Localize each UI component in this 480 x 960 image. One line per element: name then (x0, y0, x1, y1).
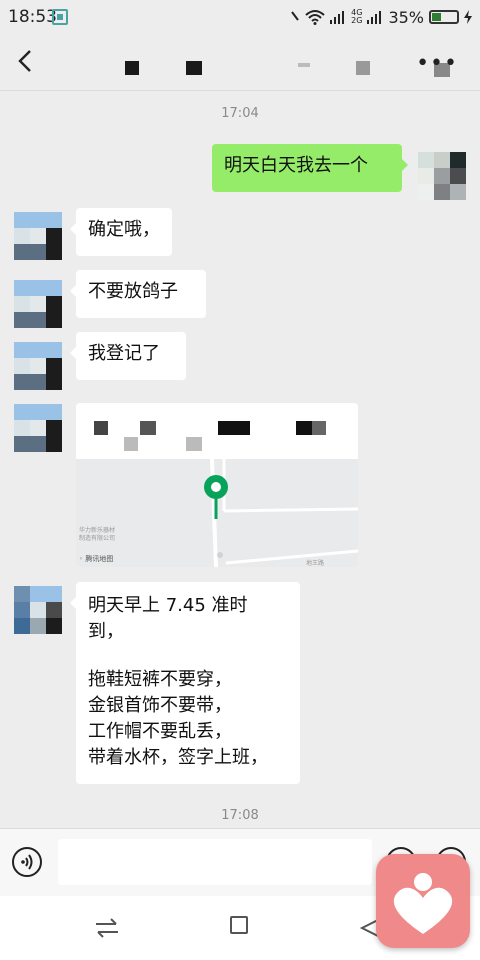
scan-icon (52, 9, 68, 25)
redaction-block (125, 61, 139, 75)
location-map[interactable]: 华力新乐器材 制造有限公司 地王路 ◦ 腾讯地图 (76, 459, 358, 567)
heart-person-icon (393, 873, 453, 934)
map-attribution-text: 腾讯地图 (85, 555, 114, 563)
chevron-left-icon[interactable] (14, 48, 40, 74)
redaction-block (298, 63, 310, 67)
battery-percent: 35% (388, 7, 424, 27)
message-text-line: 带着水杯，签字上班， (88, 747, 268, 768)
switch-apps-icon[interactable] (94, 918, 120, 938)
location-message-card[interactable]: 华力新乐器材 制造有限公司 地王路 ◦ 腾讯地图 (76, 403, 358, 567)
charging-icon (464, 10, 472, 24)
message-text: 明天白天我去一个 (224, 155, 368, 176)
status-bar: 18:53 4G 2G 35% (0, 0, 480, 34)
contact-avatar[interactable] (14, 280, 62, 328)
voice-icon[interactable] (12, 847, 42, 877)
network-type-bottom: 2G (351, 16, 363, 25)
chat-timestamp: 17:08 (221, 808, 259, 823)
contact-avatar[interactable] (14, 212, 62, 260)
redaction-block (186, 437, 202, 451)
chat-title-redacted (120, 59, 460, 79)
redaction-block (186, 61, 202, 75)
contact-avatar[interactable] (14, 586, 62, 634)
message-bubble-incoming[interactable]: 不要放鸽子 (70, 270, 206, 318)
status-time: 18:53 (8, 7, 57, 27)
message-text-line: 到， (88, 621, 124, 642)
redaction-block (218, 421, 250, 435)
network-type: 4G 2G (351, 9, 362, 25)
message-text-line: 拖鞋短裤不要穿， (88, 669, 232, 690)
signal-icon (367, 11, 382, 24)
message-input[interactable] (58, 839, 372, 885)
redaction-block (296, 421, 312, 435)
chat-header: ••• (0, 34, 480, 91)
message-text: 确定哦， (88, 219, 160, 240)
message-paragraph-gap (88, 645, 288, 667)
more-icon[interactable]: ••• (416, 53, 458, 75)
chat-timestamp: 17:04 (221, 106, 259, 121)
redaction-block (124, 437, 138, 451)
message-text-line: 金银首饰不要带， (88, 695, 232, 716)
map-poi-line: 华力新乐器材 (79, 527, 116, 534)
redaction-block (94, 421, 108, 435)
mute-icon (291, 11, 299, 21)
contact-avatar[interactable] (14, 342, 62, 390)
message-bubble-incoming[interactable]: 明天早上 7.45 准时 到， 拖鞋短裤不要穿， 金银首饰不要带， 工作帽不要乱… (70, 582, 300, 784)
message-text: 不要放鸽子 (88, 281, 178, 302)
redaction-block (356, 61, 370, 75)
message-bubble-outgoing[interactable]: 明天白天我去一个 (212, 144, 408, 192)
map-logo-icon: ◦ (79, 555, 84, 563)
map-road-label: 地王路 (305, 560, 324, 567)
map-pin-icon (204, 475, 228, 519)
map-poi-line: 制造有限公司 (79, 535, 116, 542)
my-avatar[interactable] (418, 152, 466, 200)
message-bubble-incoming[interactable]: 确定哦， (70, 208, 172, 256)
wifi-icon (305, 10, 325, 25)
floating-app-button[interactable] (376, 854, 470, 948)
contact-avatar[interactable] (14, 404, 62, 452)
message-text-line: 明天早上 7.45 准时 (88, 595, 248, 616)
map-attribution: ◦ 腾讯地图 (79, 554, 113, 564)
redaction-block (312, 421, 326, 435)
status-icons: 4G 2G 35% (290, 6, 472, 28)
redaction-block (140, 421, 156, 435)
voice-waves (21, 854, 33, 870)
message-text: 我登记了 (88, 343, 160, 364)
battery-icon (429, 10, 459, 24)
home-icon[interactable] (230, 916, 248, 934)
map-poi-label: 华力新乐器材 制造有限公司 (79, 527, 115, 543)
signal-icon (330, 11, 345, 24)
message-bubble-incoming[interactable]: 我登记了 (70, 332, 186, 380)
message-text-line: 工作帽不要乱丢， (88, 721, 232, 742)
battery-fill (432, 13, 442, 21)
